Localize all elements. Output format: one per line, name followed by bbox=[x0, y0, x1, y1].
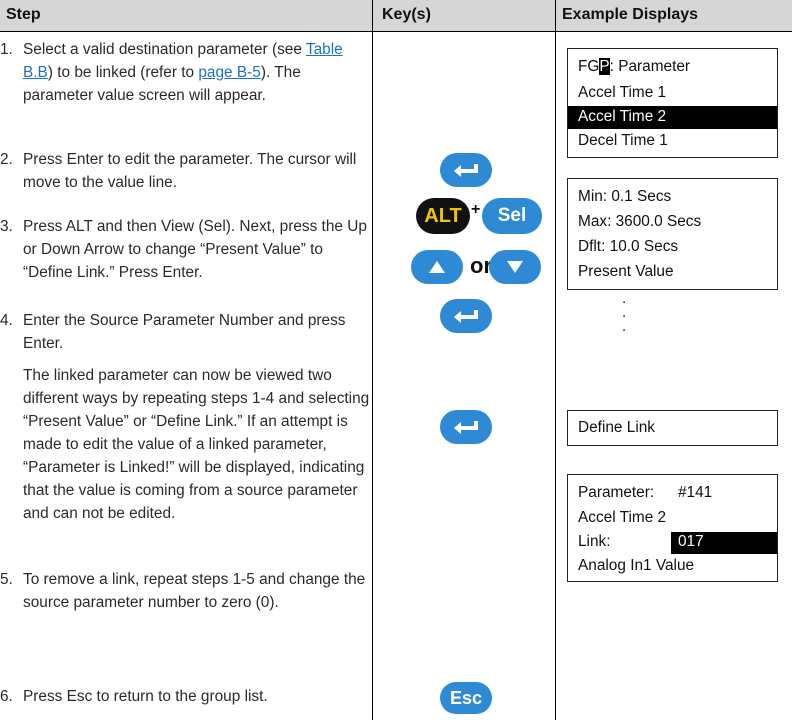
down-arrow-key bbox=[489, 250, 541, 284]
display-link-edit: Parameter: #141 Accel Time 2 Link: 017 A… bbox=[567, 474, 778, 582]
step-1: 1. Select a valid destination parameter … bbox=[0, 38, 372, 108]
display-line: Dflt: 10.0 Secs bbox=[578, 238, 679, 255]
display-parameter-list: FGP: Parameter Accel Time 1 Accel Time 2… bbox=[567, 48, 778, 158]
page-link[interactable]: page B-5 bbox=[198, 64, 260, 81]
display-line: Link: bbox=[578, 533, 611, 550]
step-4: 4. Enter the Source Parameter Number and… bbox=[0, 309, 372, 539]
enter-arrow-icon bbox=[454, 421, 478, 434]
header-keys: Key(s) bbox=[382, 6, 431, 23]
parameter-number: #141 bbox=[678, 484, 713, 501]
display-line: Max: 3600.0 Secs bbox=[578, 213, 702, 230]
continuation-dots: . . . bbox=[622, 290, 627, 335]
step-text: To remove a link, repeat steps 1-5 and c… bbox=[23, 571, 366, 611]
step-note: The linked parameter can now be viewed t… bbox=[23, 367, 370, 522]
step-number: 6. bbox=[0, 688, 13, 705]
enter-key bbox=[440, 299, 492, 333]
up-arrow-key bbox=[411, 250, 463, 284]
step-6: 6. Press Esc to return to the group list… bbox=[0, 685, 372, 709]
display-line: Accel Time 2 bbox=[578, 509, 667, 526]
column-divider-2 bbox=[555, 0, 556, 720]
display-line: Min: 0.1 Secs bbox=[578, 188, 672, 205]
step-text: Select a valid destination parameter (se… bbox=[23, 41, 343, 104]
plus-sign: + bbox=[471, 201, 481, 218]
header-step: Step bbox=[6, 6, 41, 23]
step-number: 5. bbox=[0, 571, 13, 588]
display-value-screen: Min: 0.1 Secs Max: 3600.0 Secs Dflt: 10.… bbox=[567, 178, 778, 290]
header-divider bbox=[0, 31, 792, 32]
step-number: 1. bbox=[0, 41, 13, 58]
enter-key bbox=[440, 410, 492, 444]
down-arrow-icon bbox=[507, 261, 523, 273]
cursor: P bbox=[599, 58, 610, 75]
display-line: Define Link bbox=[578, 419, 655, 436]
display-line: Present Value bbox=[578, 263, 674, 280]
step-2: 2. Press Enter to edit the parameter. Th… bbox=[0, 148, 372, 194]
column-divider-1 bbox=[372, 0, 373, 720]
display-line-selected: Accel Time 2 bbox=[578, 108, 667, 125]
display-define-link: Define Link bbox=[567, 410, 778, 446]
step-text: Enter the Source Parameter Number and pr… bbox=[23, 312, 346, 352]
esc-key: Esc bbox=[440, 682, 492, 714]
display-line: Decel Time 1 bbox=[578, 132, 668, 149]
display-line: Accel Time 1 bbox=[578, 84, 667, 101]
display-line: FGP: Parameter bbox=[578, 58, 691, 75]
display-line: Analog In1 Value bbox=[578, 557, 695, 574]
step-text: Press ALT and then View (Sel). Next, pre… bbox=[23, 218, 367, 281]
link-value: 017 bbox=[678, 533, 704, 550]
step-5: 5. To remove a link, repeat steps 1-5 an… bbox=[0, 568, 372, 638]
up-arrow-icon bbox=[429, 261, 445, 273]
step-number: 2. bbox=[0, 151, 13, 168]
step-number: 3. bbox=[0, 218, 13, 235]
step-3: 3. Press ALT and then View (Sel). Next, … bbox=[0, 215, 372, 285]
step-number: 4. bbox=[0, 312, 13, 329]
step-text: Press Enter to edit the parameter. The c… bbox=[23, 151, 357, 191]
step-text: Press Esc to return to the group list. bbox=[23, 688, 268, 705]
header-displays: Example Displays bbox=[562, 6, 699, 23]
enter-arrow-icon bbox=[454, 310, 478, 323]
sel-key: Sel bbox=[482, 198, 542, 234]
enter-arrow-icon bbox=[454, 164, 478, 177]
alt-key: ALT bbox=[416, 198, 470, 234]
enter-key bbox=[440, 153, 492, 187]
display-line: Parameter: bbox=[578, 484, 655, 501]
